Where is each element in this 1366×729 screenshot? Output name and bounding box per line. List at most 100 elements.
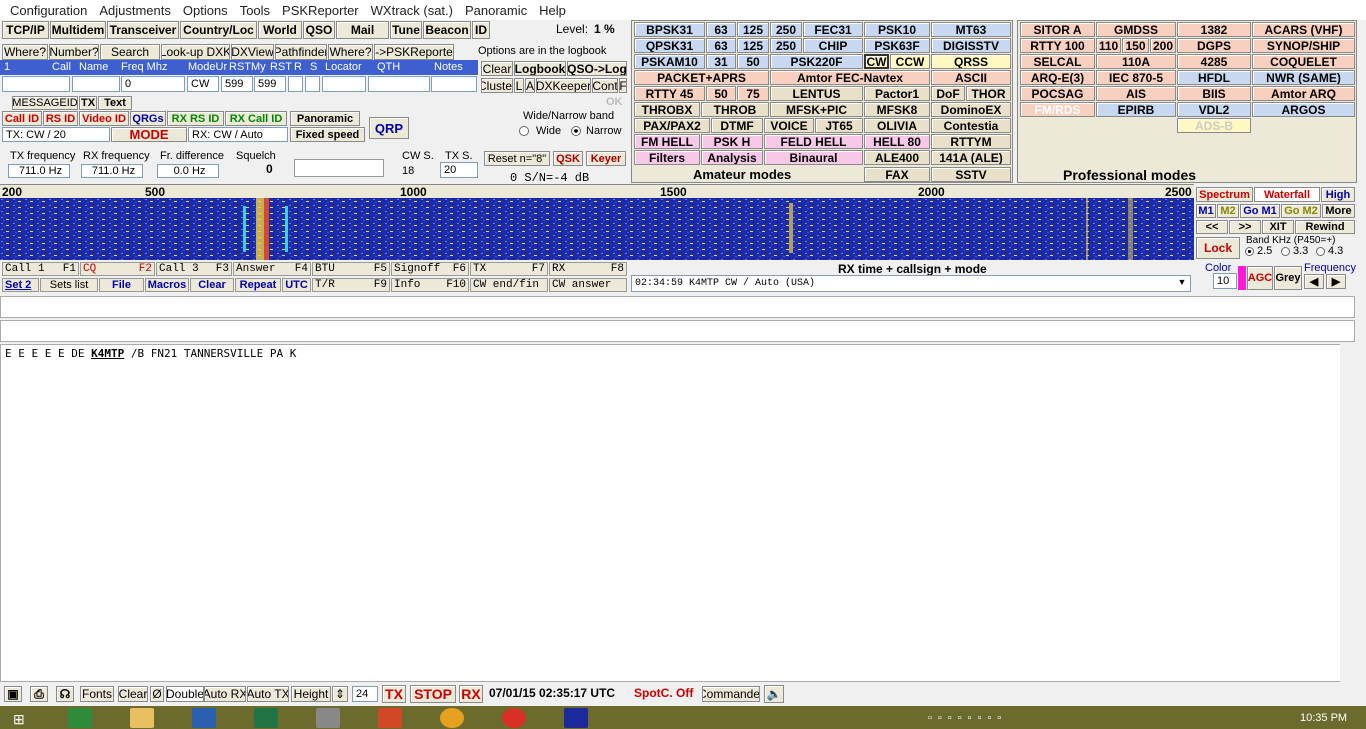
mode-rtty75[interactable]: 75 xyxy=(737,86,769,101)
rx-log-entry[interactable]: 02:34:59 K4MTP CW / Auto (USA) xyxy=(631,275,1191,292)
band-3-3-radio[interactable] xyxy=(1281,247,1290,256)
tab-messageid[interactable]: MESSAGEID xyxy=(12,96,78,110)
mode-jt65[interactable]: JT65 xyxy=(815,118,863,133)
mode-arq-e3[interactable]: ARQ-E(3) xyxy=(1020,70,1095,85)
calculator-app-icon[interactable] xyxy=(68,708,92,728)
mode-rtty100[interactable]: RTTY 100 xyxy=(1020,38,1095,53)
cw-answer-key[interactable]: CW answer xyxy=(549,278,627,292)
mode-pskam31[interactable]: 31 xyxy=(706,54,736,69)
spotc-status[interactable]: SpotC. Off xyxy=(634,686,693,700)
headset-icon[interactable]: ☊ xyxy=(56,686,74,702)
mode-argos[interactable]: ARGOS xyxy=(1252,102,1355,117)
mode-ccw[interactable]: CCW xyxy=(890,54,930,69)
rx-text-area[interactable]: E E E E E DE K4MTP /B FN21 TANNERSVILLE … xyxy=(0,344,1355,682)
spectrum-button[interactable]: Spectrum xyxy=(1196,187,1253,202)
panoramic-button[interactable]: Panoramic xyxy=(290,111,360,126)
rst-ur-field[interactable]: 599 xyxy=(221,76,253,92)
a-button[interactable]: A xyxy=(525,78,535,93)
file-explorer-icon[interactable] xyxy=(130,708,154,728)
lookup-dxk-button[interactable]: Look-up DXK xyxy=(161,44,230,60)
mode-bpsk63[interactable]: 63 xyxy=(706,22,736,37)
double-button[interactable]: Double xyxy=(166,686,204,702)
mode-dtmf[interactable]: DTMF xyxy=(711,118,763,133)
macros-button[interactable]: Macros xyxy=(145,278,189,292)
f6-key[interactable]: Signoff F6 xyxy=(391,262,469,276)
f-button[interactable]: F xyxy=(619,78,627,93)
mode-field[interactable]: CW xyxy=(187,76,219,92)
mode-contestia[interactable]: Contestia xyxy=(931,118,1011,133)
mode-mfsk-pic[interactable]: MFSK+PIC xyxy=(770,102,863,117)
xit-button[interactable]: XIT xyxy=(1262,220,1294,234)
mode-nwr-same[interactable]: NWR (SAME) xyxy=(1252,70,1355,85)
mode-qrss[interactable]: QRSS xyxy=(931,54,1011,69)
sets-list-button[interactable]: Sets list xyxy=(40,278,98,292)
mode-pskam50[interactable]: 50 xyxy=(737,54,769,69)
mode-ascii[interactable]: ASCII xyxy=(931,70,1011,85)
height-value[interactable]: 24 xyxy=(352,686,378,702)
call-field[interactable] xyxy=(2,76,70,92)
pskreporter-button[interactable]: -->PSKReporter xyxy=(374,44,454,60)
f2-key[interactable]: CQ F2 xyxy=(80,262,155,276)
tune-button[interactable]: Tune xyxy=(390,21,422,39)
mode-fm-rds[interactable]: FM/RDS xyxy=(1020,102,1095,117)
system-tray-icons[interactable]: ▫▫▫▫▫▫▫▫ xyxy=(928,712,1098,726)
mode-rtty45[interactable]: RTTY 45 xyxy=(634,86,705,101)
height-button[interactable]: Height xyxy=(291,686,331,702)
m2-button[interactable]: M2 xyxy=(1217,204,1239,218)
mode-digisstv[interactable]: DIGISSTV xyxy=(931,38,1011,53)
multidem-button[interactable]: Multidem xyxy=(50,21,106,39)
mode-chip[interactable]: CHIP xyxy=(803,38,863,53)
mode-bpsk125[interactable]: 125 xyxy=(737,22,769,37)
s-field[interactable] xyxy=(305,76,320,92)
mode-qpsk63[interactable]: 63 xyxy=(706,38,736,53)
dxkeeper-button[interactable]: DXKeeper xyxy=(536,78,591,93)
qrp-button[interactable]: QRP xyxy=(369,117,409,139)
commander-button[interactable]: Commander xyxy=(702,686,760,702)
speaker-icon[interactable]: 🔈 xyxy=(764,685,784,703)
multipsk-app-icon[interactable] xyxy=(564,708,588,728)
mode-rtty150[interactable]: 150 xyxy=(1122,38,1149,53)
rst-my-field[interactable]: 599 xyxy=(254,76,286,92)
mode-psk10[interactable]: PSK10 xyxy=(864,22,930,37)
mode-vdl2[interactable]: VDL2 xyxy=(1177,102,1251,117)
mode-qpsk125[interactable]: 125 xyxy=(737,38,769,53)
bottom-clear-button[interactable]: Clear xyxy=(118,686,148,702)
mode-dominoex[interactable]: DominoEX xyxy=(931,102,1011,117)
mode-pocsag[interactable]: POCSAG xyxy=(1020,86,1095,101)
mode-fax[interactable]: FAX xyxy=(864,167,930,182)
mode-fec31[interactable]: FEC31 xyxy=(803,22,863,37)
narrow-radio[interactable] xyxy=(571,126,581,136)
qth-field[interactable] xyxy=(368,76,430,92)
f7-key[interactable]: TX F7 xyxy=(470,262,548,276)
keyer-button[interactable]: Keyer xyxy=(586,151,626,166)
mode-rttym[interactable]: RTTYM xyxy=(931,134,1011,149)
mode-thor[interactable]: THOR xyxy=(966,86,1011,101)
tx-input-area-2[interactable] xyxy=(0,320,1355,342)
mode-coquelet[interactable]: COQUELET xyxy=(1252,54,1355,69)
freq-field[interactable]: 0 xyxy=(121,76,185,92)
stop-button[interactable]: STOP xyxy=(410,685,456,703)
waterfall-button[interactable]: Waterfall xyxy=(1254,187,1320,202)
qso-button[interactable]: QSO xyxy=(303,21,335,39)
menu-help[interactable]: Help xyxy=(533,3,572,18)
f4-key[interactable]: Answer F4 xyxy=(233,262,311,276)
mode-amtor-fec-navtex[interactable]: Amtor FEC-Navtex xyxy=(770,70,930,85)
color-value[interactable]: 10 xyxy=(1213,273,1237,289)
rx-rs-id-button[interactable]: RX RS ID xyxy=(167,111,224,126)
tcpip-button[interactable]: TCP/IP xyxy=(2,21,49,39)
mode-feld-hell[interactable]: FELD HELL xyxy=(764,134,863,149)
rx-log-dropdown-icon[interactable]: ▼ xyxy=(1175,277,1189,290)
wide-radio[interactable] xyxy=(519,126,529,136)
cont-button[interactable]: Cont xyxy=(592,78,618,93)
f9-key[interactable]: T/R F9 xyxy=(312,278,390,292)
mode-packet-aprs[interactable]: PACKET+APRS xyxy=(634,70,769,85)
f5-key[interactable]: BTU F5 xyxy=(312,262,390,276)
prev-button[interactable]: << xyxy=(1196,220,1228,234)
chrome-app-icon[interactable] xyxy=(502,708,526,728)
mode-selcal[interactable]: SELCAL xyxy=(1020,54,1095,69)
app-icon[interactable] xyxy=(316,708,340,728)
mode-psk-hell[interactable]: PSK H xyxy=(701,134,763,149)
save-icon[interactable]: ▣ xyxy=(4,686,22,702)
where-button[interactable]: Where? xyxy=(2,44,48,60)
utc-button[interactable]: UTC xyxy=(282,278,311,292)
